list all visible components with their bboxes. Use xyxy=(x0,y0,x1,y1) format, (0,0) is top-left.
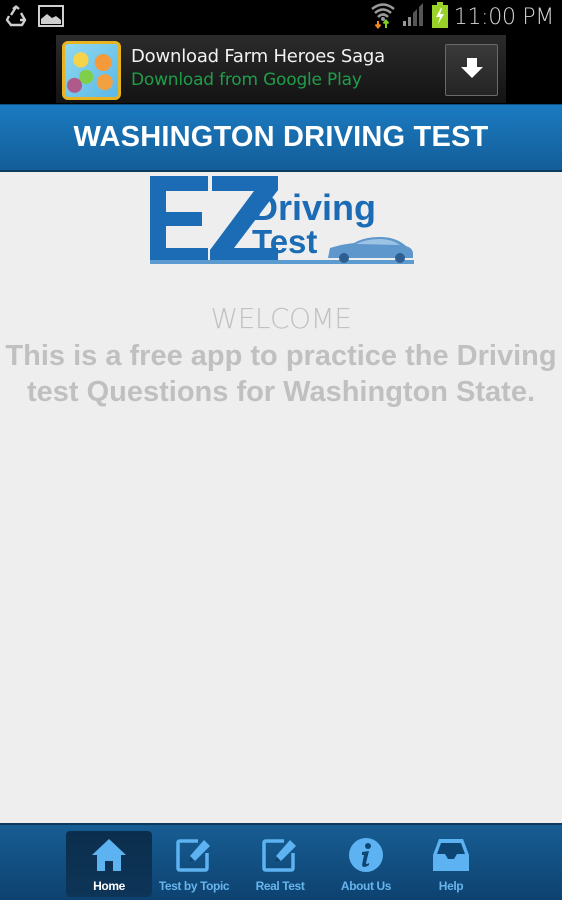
nav-label: Real Test xyxy=(255,879,305,893)
bottom-nav: Home Test by Topic Real Test About Us He… xyxy=(0,823,562,900)
signal-icon xyxy=(402,2,426,32)
nav-item-about-us[interactable]: About Us xyxy=(323,831,409,897)
download-arrow-icon xyxy=(460,56,484,85)
app-header: WASHINGTON DRIVING TEST xyxy=(0,104,562,172)
ad-area: Download Farm Heroes Saga Download from … xyxy=(0,34,562,104)
edit-icon xyxy=(261,837,299,873)
nav-item-home[interactable]: Home xyxy=(66,831,152,897)
ad-banner[interactable]: Download Farm Heroes Saga Download from … xyxy=(56,35,506,103)
nav-label: Home xyxy=(93,879,125,893)
ez-driving-test-logo: Driving Test xyxy=(148,174,416,266)
recycle-icon xyxy=(4,5,28,32)
status-bar: 11:00 PM xyxy=(0,0,562,34)
edit-icon xyxy=(175,837,213,873)
page-title: WASHINGTON DRIVING TEST xyxy=(73,121,489,153)
nav-label: Help xyxy=(438,879,464,893)
battery-charging-icon xyxy=(431,1,448,33)
ad-title: Download Farm Heroes Saga xyxy=(131,46,385,67)
inbox-icon xyxy=(432,837,470,873)
welcome-heading: WELCOME xyxy=(210,302,352,335)
home-icon xyxy=(90,837,128,873)
nav-item-help[interactable]: Help xyxy=(408,831,494,897)
logo-text-driving: Driving xyxy=(252,187,376,228)
intro-text: This is a free app to practice the Drivi… xyxy=(5,340,557,408)
farm-heroes-app-icon xyxy=(62,41,121,100)
main-content: Driving Test WELCOME This is a free app … xyxy=(0,172,562,823)
ad-subtitle: Download from Google Play xyxy=(131,70,362,90)
clock: 11:00 PM xyxy=(453,4,555,30)
car-icon xyxy=(328,237,413,263)
nav-label: About Us xyxy=(340,879,392,893)
wifi-icon xyxy=(370,1,396,34)
info-icon xyxy=(347,837,385,873)
nav-item-real-test[interactable]: Real Test xyxy=(237,831,323,897)
ad-download-button[interactable] xyxy=(445,44,498,96)
logo-text-test: Test xyxy=(252,223,317,260)
nav-item-test-by-topic[interactable]: Test by Topic xyxy=(151,831,237,897)
image-icon xyxy=(38,5,64,32)
nav-label: Test by Topic xyxy=(158,879,230,893)
